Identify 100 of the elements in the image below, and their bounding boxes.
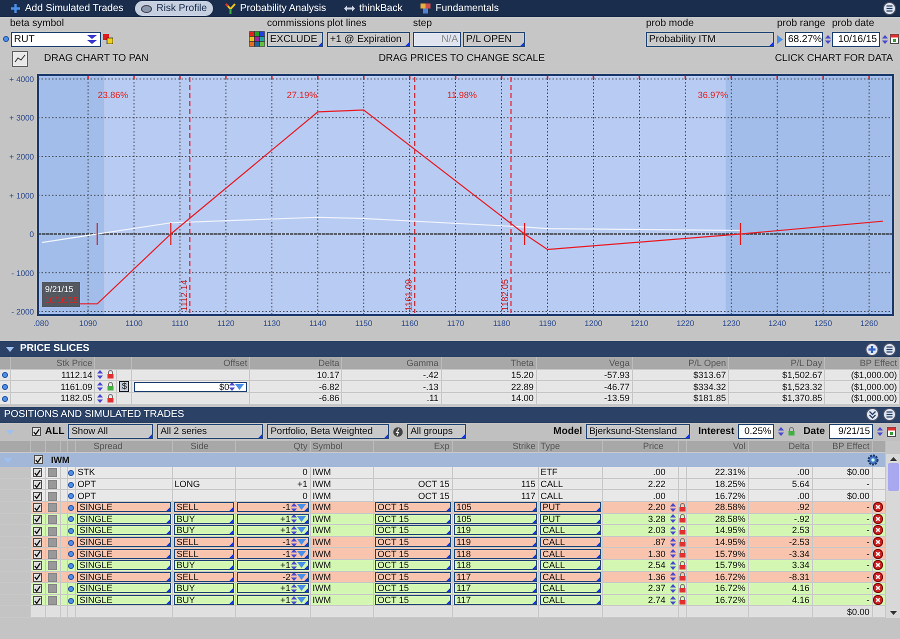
type-field[interactable]: CALL xyxy=(540,525,600,536)
spread-field[interactable]: SINGLE xyxy=(76,583,170,594)
axis-label: - 2000 xyxy=(11,308,34,316)
type-field[interactable]: CALL xyxy=(540,537,600,547)
table-row[interactable]: 1182.05 -6.86 .11 14.00 -13.59 $181.85 $1,370.85 ($1,000.00) xyxy=(0,392,900,404)
strike-field[interactable]: 117 xyxy=(454,595,536,605)
side-field[interactable]: SELL xyxy=(174,537,234,547)
type-field[interactable]: CALL xyxy=(540,548,600,558)
spread-field[interactable]: SINGLE xyxy=(76,595,170,605)
side-field[interactable]: SELL xyxy=(174,548,234,558)
strike-field[interactable]: 118 xyxy=(454,548,536,558)
date-field[interactable]: 10/16/15 xyxy=(832,32,880,46)
type-field[interactable]: CALL xyxy=(540,595,600,605)
table-row[interactable]: SINGLE BUY +1 IWM OCT 15 118 CALL 2.54 15.79% 3.34 - xyxy=(0,559,885,572)
side-field[interactable]: BUY xyxy=(174,595,234,605)
type-field[interactable]: CALL xyxy=(540,560,600,570)
exp-field[interactable]: OCT 15 xyxy=(374,583,450,594)
side-field[interactable]: BUY xyxy=(174,560,234,570)
prob-mode-dropdown[interactable]: Probability ITM xyxy=(646,32,774,46)
side-field[interactable]: SELL xyxy=(174,502,234,512)
filter-dropdown[interactable]: Show All xyxy=(68,424,154,440)
offset-field[interactable]: $0 xyxy=(134,382,248,392)
table-row[interactable]: STK 0 IWM ETF .00 22.31% .00 $0.00 xyxy=(0,466,885,478)
tab[interactable]: Risk Profile xyxy=(135,1,213,16)
interest-field[interactable]: 0.25% xyxy=(738,424,774,440)
exp-field[interactable]: OCT 15 xyxy=(374,502,450,512)
strike-field[interactable]: 117 xyxy=(454,583,536,594)
type-field[interactable]: CALL xyxy=(540,583,600,594)
spread-field[interactable]: SINGLE xyxy=(76,525,170,536)
exp-field[interactable]: OCT 15 xyxy=(374,537,450,547)
symbol-field[interactable]: RUT xyxy=(11,32,101,46)
strike-field[interactable]: 105 xyxy=(454,514,536,524)
qty-field[interactable]: +1 xyxy=(236,583,308,594)
exp-field[interactable]: OCT 15 xyxy=(374,525,450,536)
column-header: Spread xyxy=(94,441,123,452)
type-field[interactable]: PUT xyxy=(540,514,600,524)
qty-field[interactable]: -1 xyxy=(236,548,308,558)
strike-field[interactable]: 117 xyxy=(454,572,536,582)
table-cell: 15.20 xyxy=(511,370,534,380)
spread-field[interactable]: SINGLE xyxy=(76,514,170,524)
model-dropdown[interactable]: Bjerksund-Stensland xyxy=(586,424,690,440)
axis-label: 1230 xyxy=(722,319,740,328)
plot-lines-dropdown[interactable]: +1 @ Expiration xyxy=(327,32,410,46)
filter-dropdown[interactable]: All groups xyxy=(407,424,466,440)
spread-field[interactable]: SINGLE xyxy=(76,560,170,570)
table-row[interactable]: SINGLE SELL -1 IWM OCT 15 105 PUT 2.20 28.58% .92 - xyxy=(0,501,885,514)
strike-field[interactable]: 105 xyxy=(454,502,536,512)
strike-field[interactable]: 119 xyxy=(454,525,536,536)
table-row[interactable]: SINGLE BUY +1 IWM OCT 15 119 CALL 2.03 14.95% 2.53 - xyxy=(0,524,885,536)
table-row[interactable]: SINGLE SELL -1 IWM OCT 15 119 CALL .87 14.95% -2.53 - xyxy=(0,536,885,548)
qty-field[interactable]: +1 xyxy=(236,514,308,524)
spread-field[interactable]: SINGLE xyxy=(76,502,170,512)
type-field[interactable]: PUT xyxy=(540,502,600,512)
side-field[interactable]: BUY xyxy=(174,583,234,594)
table-row[interactable]: SINGLE BUY +1 IWM OCT 15 117 CALL 2.37 16.72% 4.16 - xyxy=(0,582,885,594)
spread-field[interactable]: SINGLE xyxy=(76,572,170,582)
type-field[interactable]: CALL xyxy=(540,572,600,582)
date-field[interactable]: 9/21/15 xyxy=(829,424,873,440)
table-row[interactable]: SINGLE BUY +1 IWM OCT 15 105 PUT 3.28 28.58% -.92 - xyxy=(0,513,885,525)
side-field[interactable]: BUY xyxy=(174,525,234,536)
table-cell: -3.34 xyxy=(788,548,810,558)
tab[interactable]: Add Simulated Trades xyxy=(4,1,130,16)
table-row[interactable]: SINGLE SELL -2 IWM OCT 15 117 CALL 1.36 16.72% -8.31 - xyxy=(0,571,885,583)
exp-field[interactable]: OCT 15 xyxy=(374,548,450,558)
qty-field[interactable]: +1 xyxy=(236,560,308,570)
side-field[interactable]: BUY xyxy=(174,514,234,524)
exp-field[interactable]: OCT 15 xyxy=(374,572,450,582)
tab[interactable]: Fundamentals xyxy=(414,1,505,16)
column-header: Vol xyxy=(732,441,746,452)
table-row[interactable]: OPT 0 IWM OCT 15 117 CALL .00 16.72% .00 $0.00 xyxy=(0,490,885,502)
table-row[interactable]: OPT LONG +1 IWM OCT 15 115 CALL 2.22 18.25% 5.64 - xyxy=(0,478,885,490)
qty-field[interactable]: +1 xyxy=(236,525,308,536)
table-row[interactable]: SINGLE SELL -1 IWM OCT 15 118 CALL 1.30 15.79% -3.34 - xyxy=(0,548,885,560)
spread-field[interactable]: SINGLE xyxy=(76,548,170,558)
filter-dropdown[interactable]: All 2 series xyxy=(157,424,264,440)
table-cell: CALL xyxy=(540,490,564,500)
qty-field[interactable]: -2 xyxy=(236,572,308,582)
qty-field[interactable]: -1 xyxy=(236,537,308,547)
qty-field[interactable]: -1 xyxy=(236,502,308,512)
table-row[interactable]: 1112.14 10.17 -.42 15.20 -57.93 $313.67 $1,502.67 ($1,000.00) xyxy=(0,369,900,381)
exp-field[interactable]: OCT 15 xyxy=(374,560,450,570)
table-cell: -.42 xyxy=(423,370,439,380)
column-header: Strike xyxy=(512,441,536,452)
qty-field[interactable]: +1 xyxy=(236,595,308,605)
prob-range-field[interactable]: 68.27% xyxy=(785,32,823,46)
tab[interactable]: Probability Analysis xyxy=(218,1,332,16)
exp-field[interactable]: OCT 15 xyxy=(374,514,450,524)
axis-label: 1140 xyxy=(309,319,326,328)
filter-dropdown[interactable]: Portfolio, Beta Weighted xyxy=(267,424,390,440)
group-row[interactable]: IWM xyxy=(0,452,885,467)
tab[interactable]: thinkBack xyxy=(338,1,408,16)
table-cell: - xyxy=(866,514,870,524)
spread-field[interactable]: SINGLE xyxy=(76,537,170,547)
table-row[interactable]: SINGLE BUY +1 IWM OCT 15 117 CALL 2.74 16.72% 4.16 - xyxy=(0,594,885,606)
table-cell: ($1,000.00) xyxy=(850,370,897,380)
strike-field[interactable]: 119 xyxy=(454,537,536,547)
side-field[interactable]: SELL xyxy=(174,572,234,582)
exp-field[interactable]: OCT 15 xyxy=(374,595,450,605)
strike-field[interactable]: 118 xyxy=(454,560,536,570)
commissions-dropdown[interactable]: EXCLUDE xyxy=(267,32,323,46)
